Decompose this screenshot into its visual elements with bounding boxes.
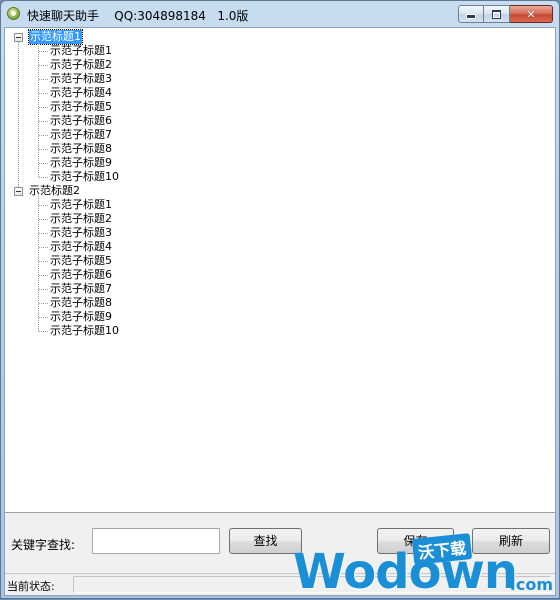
search-button[interactable]: 查找 (229, 528, 302, 554)
tree-child-node[interactable]: 示范子标题1 (50, 198, 112, 212)
tree-branch-line (39, 233, 48, 234)
tree-child-node[interactable]: 示范子标题1 (50, 44, 112, 58)
tree-branch-line (39, 261, 48, 262)
tree-child-node[interactable]: 示范子标题5 (50, 254, 112, 268)
tree-branch-line (39, 51, 48, 52)
tree-child-node[interactable]: 示范子标题10 (50, 170, 119, 184)
maximize-icon (492, 9, 501, 19)
minimize-icon (467, 15, 475, 18)
tree-branch-line (39, 107, 48, 108)
search-toolbar: 关键字查找: 查找 保存 刷新 (5, 513, 555, 573)
tree-branch-line (39, 93, 48, 94)
collapse-toggle-icon[interactable] (14, 187, 23, 196)
window-controls: ✕ (458, 5, 553, 23)
tree-child-node[interactable]: 示范子标题9 (50, 310, 112, 324)
refresh-button[interactable]: 刷新 (472, 528, 550, 554)
status-bar: 当前状态: (5, 573, 555, 595)
tree-child-node[interactable]: 示范子标题3 (50, 226, 112, 240)
tree-child-node[interactable]: 示范子标题10 (50, 324, 119, 338)
close-button[interactable]: ✕ (510, 5, 553, 23)
tree-child-node[interactable]: 示范子标题5 (50, 100, 112, 114)
status-label: 当前状态: (7, 580, 55, 593)
save-button[interactable]: 保存 (377, 528, 454, 554)
collapse-toggle-icon[interactable] (14, 33, 23, 42)
tree-child-node[interactable]: 示范子标题3 (50, 72, 112, 86)
search-label: 关键字查找: (11, 538, 76, 552)
tree-connector-line (38, 196, 39, 331)
title-bar[interactable]: 快速聊天助手 QQ:304898184 1.0版 ✕ (1, 1, 559, 27)
tree-child-node[interactable]: 示范子标题6 (50, 114, 112, 128)
tree-branch-line (39, 121, 48, 122)
tree-branch-line (39, 65, 48, 66)
maximize-button[interactable] (484, 5, 510, 23)
tree-child-node[interactable]: 示范子标题7 (50, 128, 112, 142)
close-icon: ✕ (526, 7, 536, 21)
minimize-button[interactable] (458, 5, 484, 23)
tree-branch-line (39, 149, 48, 150)
tree-child-node[interactable]: 示范子标题8 (50, 296, 112, 310)
app-icon (7, 7, 20, 20)
tree-branch-line (39, 303, 48, 304)
tree-group-node[interactable]: 示范标题1 (28, 29, 83, 45)
client-area: 示范标题1 示范子标题1 示范子标题2 示范子标题3 示范子标题4 示范子标题5 示范子标题… (4, 27, 556, 596)
tree-branch-line (39, 275, 48, 276)
app-window: 快速聊天助手 QQ:304898184 1.0版 ✕ 示范标题1 示范子标题1 示范… (0, 0, 560, 599)
tree-branch-line (39, 163, 48, 164)
tree-child-node[interactable]: 示范子标题4 (50, 240, 112, 254)
title-tree-view[interactable]: 示范标题1 示范子标题1 示范子标题2 示范子标题3 示范子标题4 示范子标题5 示范子标题… (5, 28, 555, 513)
window-title: 快速聊天助手 QQ:304898184 1.0版 (27, 9, 249, 23)
tree-branch-line (39, 219, 48, 220)
tree-child-node[interactable]: 示范子标题2 (50, 58, 112, 72)
tree-root-line (18, 42, 19, 187)
tree-branch-line (39, 247, 48, 248)
tree-child-node[interactable]: 示范子标题9 (50, 156, 112, 170)
tree-branch-line (39, 289, 48, 290)
tree-branch-line (39, 205, 48, 206)
tree-branch-line (39, 177, 48, 178)
tree-connector-line (38, 42, 39, 177)
tree-group-node[interactable]: 示范标题2 (29, 184, 80, 198)
tree-child-node[interactable]: 示范子标题8 (50, 142, 112, 156)
tree-child-node[interactable]: 示范子标题7 (50, 282, 112, 296)
status-value (73, 576, 551, 593)
tree-child-node[interactable]: 示范子标题2 (50, 212, 112, 226)
search-input[interactable] (92, 528, 220, 554)
tree-branch-line (39, 331, 48, 332)
tree-child-node[interactable]: 示范子标题6 (50, 268, 112, 282)
tree-branch-line (39, 135, 48, 136)
tree-branch-line (39, 79, 48, 80)
tree-child-node[interactable]: 示范子标题4 (50, 86, 112, 100)
tree-branch-line (39, 317, 48, 318)
